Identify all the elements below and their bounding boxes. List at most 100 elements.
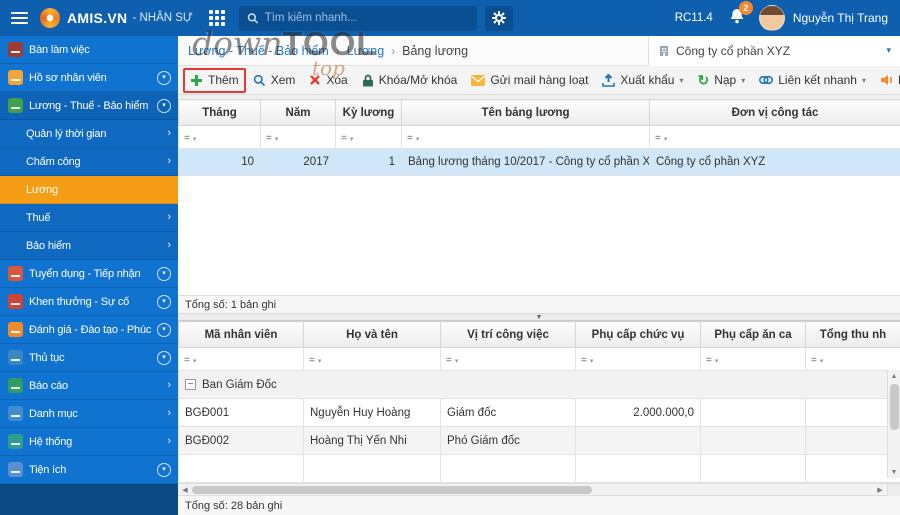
column-header-don-vi[interactable]: Đơn vị công tác [649,99,900,126]
sidebar-subitem-luong-active[interactable]: Lương [0,176,178,204]
detail-row[interactable]: BGĐ001 Nguyễn Huy Hoàng Giám đốc 2.000.0… [178,398,900,427]
amis-logo-icon[interactable] [40,8,60,28]
add-button[interactable]: Thêm [183,67,246,93]
view-button[interactable]: Xem [246,68,303,93]
vertical-scrollbar[interactable]: ▲ ▼ [887,370,900,478]
filter-cell[interactable]: = ▾ [178,347,304,371]
refresh-icon: ↻ [697,72,710,88]
chevron-down-icon: ▾ [317,357,322,365]
cell-nam: 2017 [260,148,336,176]
sidebar-item-danh-muc[interactable]: Danh mục › [0,400,178,428]
cell-empty [805,454,900,483]
export-button[interactable]: Xuất khẩu ▾ [595,68,690,93]
user-menu[interactable]: Nguyễn Thị Trang [793,11,888,25]
apps-grid-icon[interactable] [208,10,225,26]
sidebar-subitem-label: Thuế [26,211,51,224]
scroll-right-icon[interactable]: ▶ [873,486,887,494]
collapse-group-icon[interactable]: − [185,379,196,390]
sidebar-item-danh-gia[interactable]: Đánh giá - Đào tạo - Phúc lợi ▾ [0,316,178,344]
brand-name: AMIS.VN [67,10,128,26]
scroll-down-icon[interactable]: ▼ [891,466,898,478]
column-header-ho-va-ten[interactable]: Họ và tên [303,321,441,348]
vertical-scroll-thumb[interactable] [889,384,899,430]
sidebar-item-he-thong[interactable]: Hệ thống › [0,428,178,456]
sidebar-item-ban-lam-viec[interactable]: Bàn làm việc [0,36,178,64]
column-header-phu-cap-chuc-vu[interactable]: Phụ cấp chức vụ [575,321,701,348]
column-header-ky-luong[interactable]: Kỳ lương [335,99,402,126]
payroll-icon [8,98,23,113]
filter-cell[interactable]: = ▾ [303,347,441,371]
avatar[interactable] [758,5,785,31]
hamburger-menu-icon[interactable] [0,0,38,36]
sidebar-item-tuyen-dung[interactable]: Tuyển dụng - Tiếp nhận ▾ [0,260,178,288]
cell-tong-thu-nhap [805,398,900,427]
breadcrumb-item[interactable]: Lương - Thuế - Bảo hiểm [188,44,329,58]
filter-cell[interactable]: = ▾ [805,347,900,371]
sidebar-item-tien-ich[interactable]: Tiện ích ▾ [0,456,178,484]
column-header-ten-bang-luong[interactable]: Tên bảng lương [401,99,650,126]
breadcrumb-separator-icon: › [391,43,396,58]
feedback-button[interactable]: Phản hồi [873,68,900,93]
sidebar-item-ho-so-nhan-vien[interactable]: Hồ sơ nhân viên ▾ [0,64,178,92]
sidebar-item-thu-tuc[interactable]: Thủ tục ▾ [0,344,178,372]
chevron-down-circle-icon: ▾ [157,294,171,309]
button-label: Xóa [326,73,348,87]
filter-cell[interactable]: = ▾ [440,347,576,371]
chevron-down-icon: ▾ [741,75,746,85]
group-row-ban-giam-doc[interactable]: − Ban Giám Đốc [178,370,900,399]
filter-cell[interactable]: = ▾ [260,125,336,149]
sidebar-subitem-quan-ly-thoi-gian[interactable]: Quản lý thời gian › [0,120,178,148]
grid-splitter[interactable]: ▼ [178,313,900,321]
company-selector-value: Công ty cổ phần XYZ [676,43,791,58]
bulk-mail-button[interactable]: Gửi mail hàng loạt [464,68,595,93]
filter-operator-icon: = [341,133,347,144]
horizontal-scrollbar[interactable]: ◀ ▶ [178,483,900,496]
company-selector[interactable]: Công ty cổ phần XYZ ▾ [648,35,900,66]
filter-operator-icon: = [184,133,190,144]
sidebar-item-label: Hệ thống [29,435,73,448]
scroll-left-icon[interactable]: ◀ [178,486,192,494]
filter-cell[interactable]: = ▾ [401,125,650,149]
breadcrumb-bar: Lương - Thuế - Bảo hiểm › Lương › Bảng l… [178,35,900,66]
column-header-nam[interactable]: Năm [260,99,336,126]
reload-button[interactable]: ↻ Nạp ▾ [690,68,752,93]
detail-row[interactable]: BGĐ002 Hoàng Thị Yến Nhi Phó Giám đốc [178,426,900,455]
settings-gear-button[interactable] [484,5,513,31]
breadcrumb-item[interactable]: Lương [347,44,384,58]
column-header-phu-cap-an-ca[interactable]: Phụ cấp ăn ca [700,321,806,348]
sidebar-item-khen-thuong[interactable]: Khen thưởng - Sự cố ▾ [0,288,178,316]
filter-operator-icon: = [407,133,413,144]
sidebar-item-luong-thue-bao-hiem[interactable]: Lương - Thuế - Bảo hiểm ▾ [0,92,178,120]
sidebar: Bàn làm việc Hồ sơ nhân viên ▾ Lương - T… [0,36,178,515]
sidebar-item-bao-cao[interactable]: Báo cáo › [0,372,178,400]
recruitment-icon [8,266,23,281]
scroll-up-icon[interactable]: ▲ [891,370,898,382]
column-header-vi-tri[interactable]: Vị trí công việc [440,321,576,348]
column-header-thang[interactable]: Tháng [178,99,261,126]
detail-header-row: Mã nhân viên Họ và tên Vị trí công việc … [178,321,900,348]
column-header-tong-thu-nhap[interactable]: Tổng thu nh [805,321,900,348]
filter-cell[interactable]: = ▾ [649,125,900,149]
sidebar-subitem-thue[interactable]: Thuế › [0,204,178,232]
detail-row-empty[interactable] [178,454,900,483]
building-icon [660,45,668,56]
filter-cell[interactable]: = ▾ [575,347,701,371]
filter-cell[interactable]: = ▾ [335,125,402,149]
filter-cell[interactable]: = ▾ [700,347,806,371]
lock-unlock-button[interactable]: Khóa/Mở khóa [355,68,465,93]
delete-button[interactable]: Xóa [302,68,354,93]
column-header-ma-nhan-vien[interactable]: Mã nhân viên [178,321,304,348]
search-input[interactable] [264,12,469,24]
horizontal-scroll-thumb[interactable] [192,485,592,494]
payroll-row-selected[interactable]: 10 2017 1 Bảng lương tháng 10/2017 - Côn… [178,148,900,176]
lock-icon [362,74,373,86]
quick-links-button[interactable]: Liên kết nhanh ▾ [752,68,873,93]
sidebar-subitem-cham-cong[interactable]: Chấm công › [0,148,178,176]
sidebar-subitem-bao-hiem[interactable]: Bảo hiểm › [0,232,178,260]
chevron-down-icon: ▾ [663,135,668,143]
quick-search-box[interactable] [238,5,477,31]
filter-cell[interactable]: = ▾ [178,125,261,149]
breadcrumb-item-current[interactable]: Bảng lương [402,44,468,58]
notifications-button[interactable]: 2 [729,0,753,29]
search-icon [247,12,258,24]
